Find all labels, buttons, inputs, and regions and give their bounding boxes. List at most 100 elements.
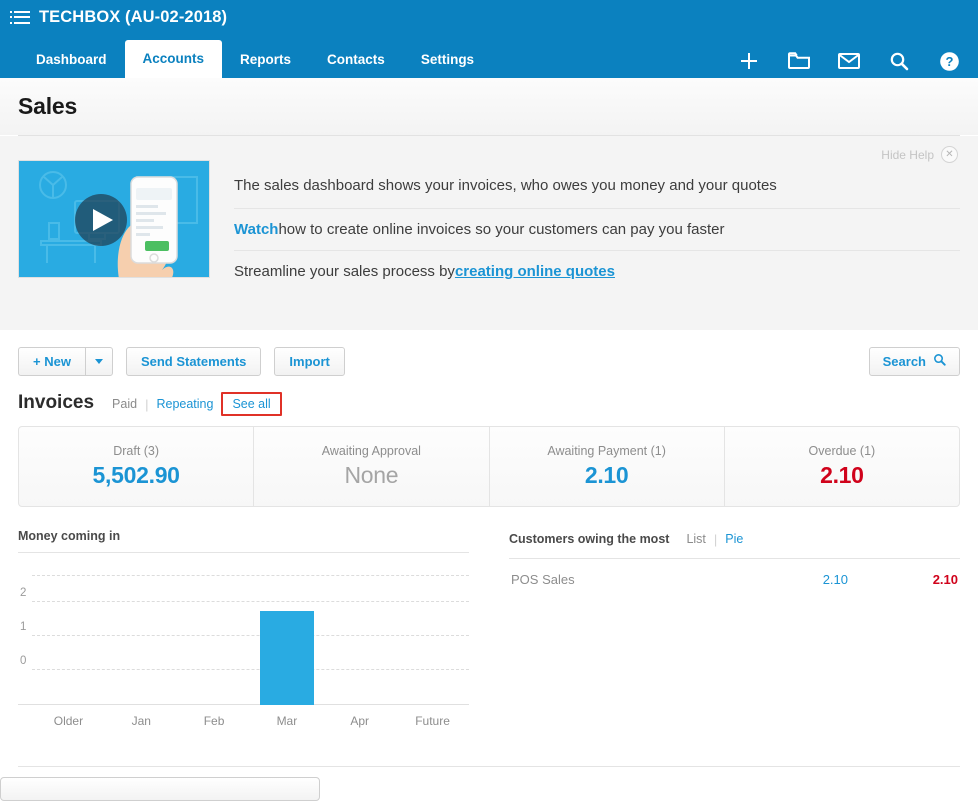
table-row[interactable]: POS Sales 2.10 2.10 [509,559,960,600]
chart-bar-cell [396,575,469,705]
chart-bar-cell [105,575,178,705]
customer-amount-overdue: 2.10 [932,572,958,587]
status-card-awaiting-approval[interactable]: Awaiting Approval None [253,427,488,506]
chart-xtick-mar: Mar [276,714,298,728]
chart-ytick-0: 0 [20,655,27,667]
search-icon [933,353,946,369]
create-online-quotes-link[interactable]: creating online quotes [455,263,615,280]
customer-name: POS Sales [511,572,575,587]
chart-ytick-2: 2 [20,587,27,599]
tab-contacts[interactable]: Contacts [309,42,403,78]
nav-tabs: Dashboard Accounts Reports Contacts Sett… [18,34,492,78]
status-card-label: Draft (3) [113,444,160,458]
bottom-partial-panel [0,777,320,801]
customers-owing-panel: Customers owing the most List | Pie POS … [509,529,960,728]
svg-text:?: ? [945,54,953,69]
chart-bar-mar[interactable] [259,611,314,705]
help-icon[interactable]: ? [938,50,960,72]
chart-xtick-older: Older [53,714,84,728]
chart-bar-cell [323,575,396,705]
watch-link[interactable]: Watch [234,221,278,238]
page-title-bar: Sales [0,78,978,135]
view-toggle-list[interactable]: List [678,529,713,549]
search-button-label: Search [882,353,926,369]
help-line-3-text: Streamline your sales process by [234,263,455,280]
close-icon[interactable]: ✕ [941,146,958,163]
help-line-1: The sales dashboard shows your invoices,… [234,164,960,206]
hide-help-button[interactable]: Hide Help ✕ [881,146,958,163]
tab-settings[interactable]: Settings [403,42,492,78]
money-panel-title: Money coming in [18,529,121,543]
brand-row: TECHBOX (AU-02-2018) [0,0,978,34]
header-action-icons: ? [738,50,960,72]
customer-amount-due: 2.10 [822,572,848,587]
money-panel-divider [18,552,469,553]
subtab-see-all[interactable]: See all [221,392,282,416]
money-coming-in-chart: 2 1 0 [18,575,469,705]
folder-icon[interactable] [788,50,810,72]
page-title: Sales [18,93,78,119]
main-navigation: Dashboard Accounts Reports Contacts Sett… [0,34,978,78]
dashboard-panels: Money coming in 2 1 0 Older Jan Feb Mar … [18,529,960,728]
status-card-label: Awaiting Payment (1) [547,444,666,458]
invoices-subtabs: Paid | Repeating See all [104,392,282,416]
tab-reports[interactable]: Reports [222,42,309,78]
customers-view-toggle: List | Pie [678,529,751,549]
help-line-3: Streamline your sales process by creatin… [234,250,960,292]
invoices-section: Invoices Paid | Repeating See all Draft … [0,392,978,728]
subtab-paid[interactable]: Paid [104,394,145,414]
chart-bars [32,575,469,705]
status-card-value: 2.10 [820,462,864,488]
hide-help-label: Hide Help [881,147,934,162]
chart-x-axis: Older Jan Feb Mar Apr Future [32,714,469,728]
envelope-icon[interactable] [838,50,860,72]
help-line-2: Watch how to create online invoices so y… [234,208,960,250]
customers-panel-header: Customers owing the most List | Pie [509,529,960,558]
subtab-repeating[interactable]: Repeating [148,394,221,414]
help-panel: Hide Help ✕ The sales dashboard shows yo… [0,136,978,330]
help-line-2-text: how to create online invoices so your cu… [278,221,725,238]
status-card-awaiting-payment[interactable]: Awaiting Payment (1) 2.10 [488,427,724,506]
invoices-header: Invoices Paid | Repeating See all [18,392,960,426]
status-card-draft[interactable]: Draft (3) 5,502.90 [19,427,253,506]
invoices-title: Invoices [18,392,95,413]
invoice-status-cards: Draft (3) 5,502.90 Awaiting Approval Non… [18,426,960,507]
help-video-thumbnail[interactable] [18,160,210,278]
status-card-label: Awaiting Approval [321,444,421,458]
status-card-label: Overdue (1) [808,444,876,458]
import-button[interactable]: Import [274,346,345,376]
chart-bar-cell [250,575,323,705]
new-dropdown-button[interactable] [84,346,113,376]
chart-bar-cell [178,575,251,705]
bottom-divider [18,766,960,767]
money-panel-header: Money coming in [18,529,469,552]
help-text-block: The sales dashboard shows your invoices,… [234,160,960,330]
new-button[interactable]: + New [18,346,85,376]
plus-icon[interactable] [738,50,760,72]
organisation-name: TECHBOX (AU-02-2018) [39,7,228,26]
status-card-overdue[interactable]: Overdue (1) 2.10 [723,427,959,506]
chart-xtick-jan: Jan [131,714,151,728]
chart-ytick-1: 1 [20,621,27,633]
tab-dashboard[interactable]: Dashboard [18,42,125,78]
action-toolbar: + New Send Statements Import Search [0,330,978,392]
chart-xtick-feb: Feb [203,714,225,728]
status-card-value: 5,502.90 [92,462,180,488]
view-toggle-pie[interactable]: Pie [717,529,751,549]
help-line-1-text: The sales dashboard shows your invoices,… [234,176,777,194]
hamburger-menu-icon[interactable] [10,10,30,24]
new-button-group: + New [18,346,113,376]
money-coming-in-panel: Money coming in 2 1 0 Older Jan Feb Mar … [18,529,469,728]
chevron-down-icon [94,358,103,364]
customers-panel-title: Customers owing the most [509,532,670,546]
chart-bar-cell [32,575,105,705]
status-card-value: 2.10 [584,462,629,488]
search-button[interactable]: Search [868,346,960,376]
chart-xtick-future: Future [415,714,450,728]
send-statements-button[interactable]: Send Statements [125,346,262,376]
search-icon[interactable] [888,50,910,72]
status-card-value: None [344,462,399,488]
app-header: TECHBOX (AU-02-2018) Dashboard Accounts … [0,0,978,78]
tab-accounts[interactable]: Accounts [124,40,223,78]
chart-xtick-apr: Apr [350,714,370,728]
